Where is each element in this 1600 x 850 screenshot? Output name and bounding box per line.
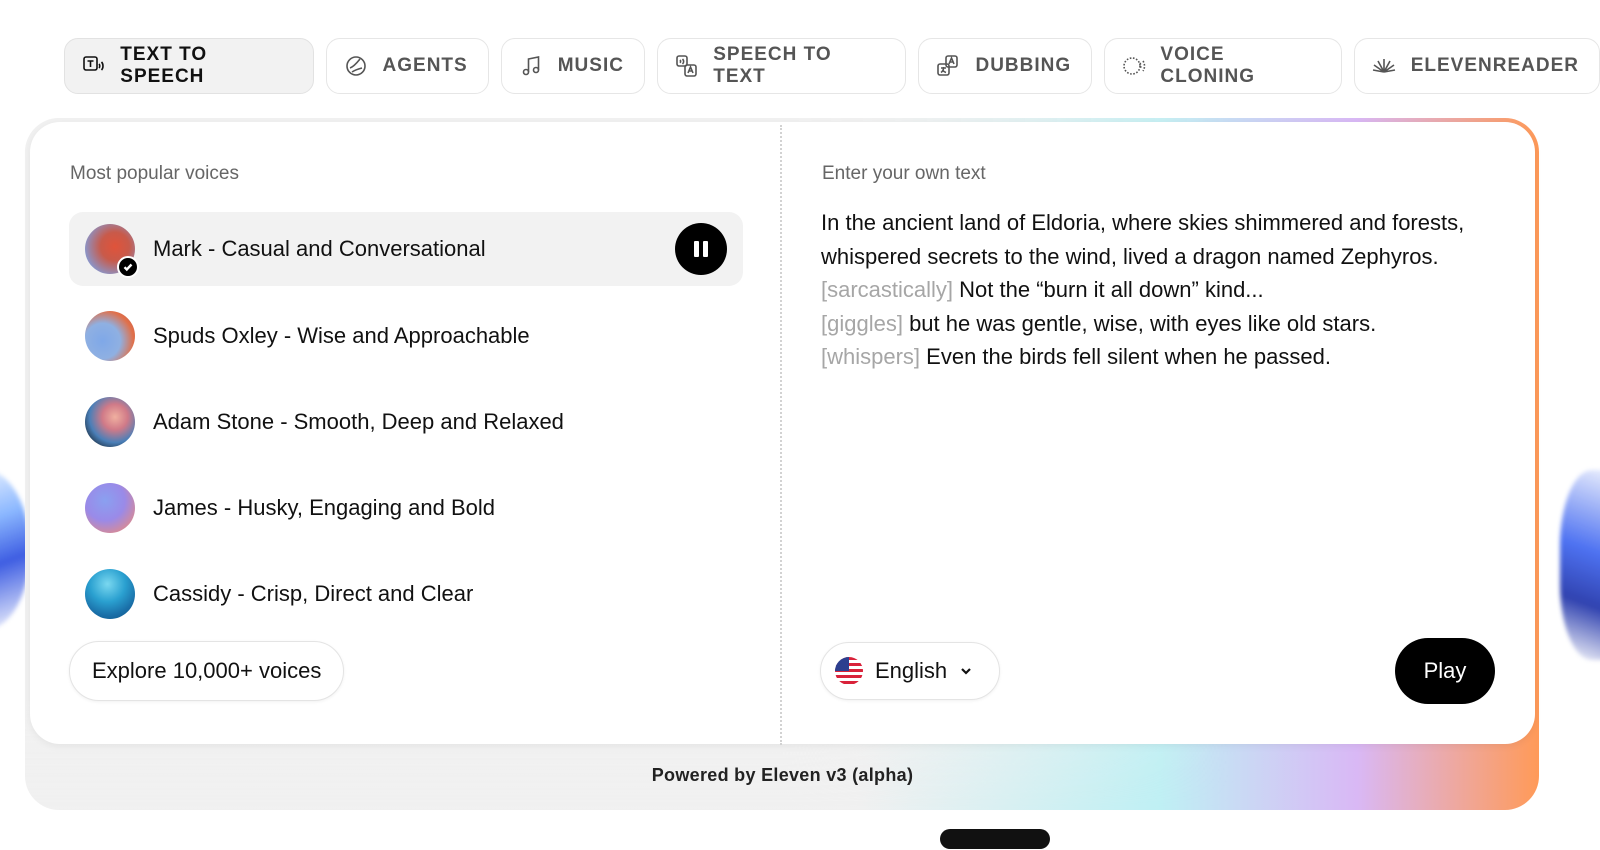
tab-voice-cloning[interactable]: VOICE CLONING (1104, 38, 1342, 94)
voice-name: James - Husky, Engaging and Bold (153, 495, 495, 520)
bottom-edge-element (940, 829, 1050, 849)
voice-name: Adam Stone - Smooth, Deep and Relaxed (153, 409, 564, 434)
elevenreader-icon (1371, 53, 1397, 79)
voice-item-adam-stone[interactable]: Adam Stone - Smooth, Deep and Relaxed (69, 385, 743, 459)
audio-tag-whispers: [whispers] (821, 344, 921, 369)
powered-by-label: Powered by Eleven v3 (alpha) (651, 765, 914, 785)
voice-item-mark[interactable]: Mark - Casual and Conversational (69, 212, 743, 286)
tab-music[interactable]: MUSIC (500, 38, 645, 94)
audio-tag-sarcastically: [sarcastically] (821, 277, 954, 302)
voice-item-cassidy[interactable]: Cassidy - Crisp, Direct and Clear (69, 557, 743, 631)
pause-button[interactable] (675, 223, 727, 275)
text-segment: Even the birds fell silent when he passe… (920, 344, 1331, 369)
voice-item-james[interactable]: James - Husky, Engaging and Bold (69, 471, 743, 545)
voice-cloning-icon (1121, 53, 1146, 79)
dubbing-icon (935, 53, 961, 79)
play-button[interactable]: Play (1395, 638, 1495, 704)
speech-to-text-icon (674, 53, 699, 79)
us-flag-icon (835, 657, 863, 685)
text-section-label: Enter your own text (822, 163, 986, 184)
pause-icon (694, 241, 699, 257)
text-to-speech-icon (81, 53, 106, 79)
avatar (85, 569, 135, 619)
avatar (85, 397, 135, 447)
explore-voices-button[interactable]: Explore 10,000+ voices (69, 641, 345, 701)
voice-name: Cassidy - Crisp, Direct and Clear (153, 581, 474, 606)
panel-divider (780, 125, 782, 745)
agents-icon (343, 53, 369, 79)
chevron-down-icon (959, 658, 973, 684)
language-label: English (875, 658, 948, 683)
tab-speech-to-text[interactable]: SPEECH TO TEXT (656, 38, 907, 94)
avatar (85, 224, 139, 278)
background-swoosh-right (1560, 470, 1600, 660)
tab-agents[interactable]: AGENTS (325, 38, 489, 94)
product-tabs: TEXT TO SPEECH AGENTS MUSIC SPEECH TO TE… (64, 38, 1600, 94)
text-segment: Not the “burn it all down” kind... (953, 277, 1264, 302)
audio-tag-giggles: [giggles] (821, 310, 903, 336)
voice-item-spuds-oxley[interactable]: Spuds Oxley - Wise and Approachable (69, 299, 743, 373)
music-note-icon (518, 53, 544, 79)
avatar (85, 483, 135, 533)
voices-section-label: Most popular voices (70, 163, 239, 184)
selected-check-icon (117, 256, 139, 278)
text-segment: In the ancient land of Eldoria, where sk… (821, 210, 1465, 269)
tab-text-to-speech[interactable]: TEXT TO SPEECH (64, 38, 314, 94)
voice-name: Mark - Casual and Conversational (153, 236, 486, 261)
language-select[interactable]: English (820, 642, 1000, 700)
voice-name: Spuds Oxley - Wise and Approachable (153, 323, 530, 348)
text-segment: but he was gentle, wise, with eyes like … (902, 310, 1377, 336)
avatar (85, 311, 135, 361)
tab-dubbing[interactable]: DUBBING (918, 38, 1093, 94)
text-input-area[interactable]: In the ancient land of Eldoria, where sk… (821, 206, 1501, 374)
tab-elevenreader[interactable]: ELEVENREADER (1353, 38, 1600, 94)
